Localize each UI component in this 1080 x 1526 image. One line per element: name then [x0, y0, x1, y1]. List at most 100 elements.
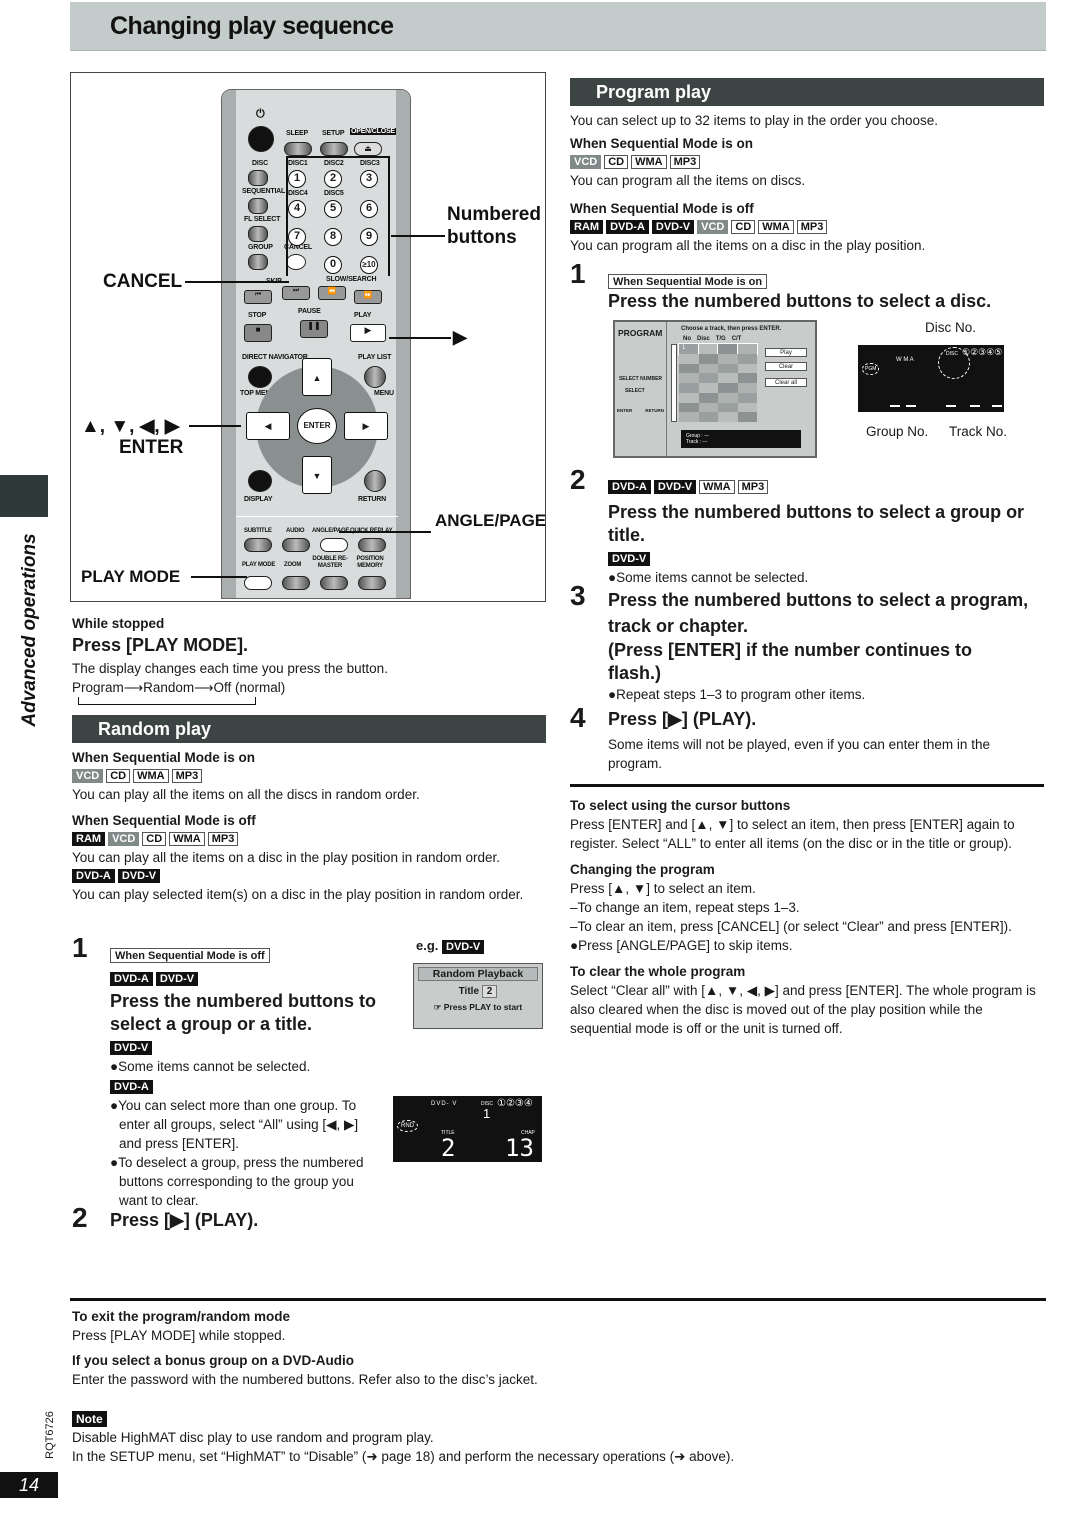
osd-grid-cell[interactable]: [737, 392, 757, 403]
search-back-button[interactable]: ⏪: [318, 286, 346, 300]
osd-grid-cell[interactable]: [698, 412, 718, 422]
number-button-6[interactable]: 6: [360, 200, 378, 218]
random-step-1-number: 1: [72, 932, 88, 963]
osd-grid-cell[interactable]: [737, 353, 757, 364]
osd-grid-cell[interactable]: [718, 373, 738, 383]
osd-grid-cell[interactable]: [679, 353, 699, 364]
number-button-3[interactable]: 3: [360, 170, 378, 188]
osd-grid-cell[interactable]: [679, 392, 699, 403]
program-step-1-heading: Press the numbered buttons to select a d…: [608, 291, 992, 311]
right-arrow-button[interactable]: ▶: [344, 412, 388, 440]
osd-grid-cell[interactable]: [717, 343, 739, 355]
sleep-button[interactable]: [284, 142, 312, 156]
skip-back-button[interactable]: ⏮: [244, 290, 272, 304]
osd-grid-cell[interactable]: [679, 363, 699, 374]
left-arrow-button[interactable]: ◀: [246, 412, 290, 440]
osd-clear-all-button[interactable]: Clear all: [765, 378, 807, 387]
play-list-button[interactable]: [364, 366, 386, 388]
subtitle-button[interactable]: [244, 538, 272, 552]
osd-grid-cell[interactable]: [718, 412, 738, 422]
osd-grid-cell[interactable]: [718, 392, 738, 403]
osd-grid-cell[interactable]: [698, 353, 718, 364]
program-step-2: DVD-A DVD-V WMA MP3 Press the numbered butt…: [608, 478, 1048, 587]
open-close-button[interactable]: ⏏: [354, 142, 382, 156]
changing-heading: Changing the program: [570, 862, 715, 877]
osd-grid-cell[interactable]: [737, 363, 757, 374]
osd-grid-cell[interactable]: [737, 412, 757, 422]
number-button-4[interactable]: 4: [288, 200, 306, 218]
osd-play-button[interactable]: Play: [765, 348, 807, 357]
position-memory-button[interactable]: [358, 576, 386, 590]
osd-grid-cell[interactable]: [718, 402, 738, 413]
angle-page-button[interactable]: [320, 538, 348, 552]
remote-illustration: ⏻ SLEEP SETUP OPEN/CLOSE ⏏ DISC SEQUENTI…: [70, 72, 546, 602]
osd-grid-cell[interactable]: [718, 363, 738, 374]
return-button[interactable]: [364, 470, 386, 492]
disc-type-tag-mp3: MP3: [171, 768, 203, 783]
zoom-button[interactable]: [282, 576, 310, 590]
double-remaster-button[interactable]: [320, 576, 348, 590]
sleep-label: SLEEP: [286, 130, 308, 137]
play-mode-button[interactable]: [244, 576, 272, 590]
skip-forward-button[interactable]: ⏭: [282, 286, 310, 300]
number-button-10-plus[interactable]: ≥10: [360, 256, 378, 274]
setup-button[interactable]: [320, 142, 348, 156]
stop-button[interactable]: ■: [244, 324, 272, 342]
osd-grid-cell[interactable]: [698, 392, 718, 403]
osd-grid-cell[interactable]: [718, 353, 738, 364]
play-button[interactable]: ▶: [350, 324, 386, 342]
number-button-2[interactable]: 2: [324, 170, 342, 188]
program-step-2-bullet: ●Some items cannot be selected.: [608, 570, 809, 585]
enter-button[interactable]: ENTER: [297, 408, 337, 444]
number-button-5[interactable]: 5: [324, 200, 342, 218]
osd-grid-cell[interactable]: [736, 343, 758, 355]
osd-grid-cell[interactable]: [737, 373, 757, 383]
number-button-7[interactable]: 7: [288, 228, 306, 246]
disc-type-tag-mp3: MP3: [207, 831, 239, 846]
play-list-label: PLAY LIST: [358, 354, 392, 361]
number-button-9[interactable]: 9: [360, 228, 378, 246]
number-button-0[interactable]: 0: [324, 256, 342, 274]
down-arrow-button[interactable]: ▼: [302, 456, 332, 494]
osd-grid-cell[interactable]: [698, 363, 718, 374]
osd-grid-cell[interactable]: 1: [678, 343, 700, 355]
display-pgm-indicator: PGM: [862, 363, 880, 375]
sequential-button[interactable]: [248, 198, 268, 214]
osd-grid-cell[interactable]: [737, 383, 757, 393]
up-arrow-button[interactable]: ▲: [302, 358, 332, 396]
osd-scrollbar[interactable]: [671, 344, 677, 422]
osd-title-value[interactable]: 2: [481, 985, 498, 998]
osd-grid-cell[interactable]: [679, 412, 699, 422]
number-button-8[interactable]: 8: [324, 228, 342, 246]
osd-grid-cell[interactable]: [679, 373, 699, 383]
direct-navigator-button[interactable]: [248, 366, 272, 388]
side-tab-label: Advanced operations: [19, 533, 40, 727]
side-tab-marker: [0, 475, 48, 517]
audio-button[interactable]: [282, 538, 310, 552]
number-button-1[interactable]: 1: [288, 170, 306, 188]
document-code: RQT6726: [44, 1411, 56, 1459]
osd-grid-cell[interactable]: [698, 383, 718, 393]
osd-grid-cell[interactable]: [698, 402, 718, 413]
power-button[interactable]: [248, 126, 274, 152]
display-button[interactable]: [248, 470, 272, 492]
lcd-chapter-number: 13: [505, 1134, 534, 1162]
program-lcd-display: W M A DISC ①②③④⑤ PGM: [858, 345, 1004, 412]
osd-grid-cell[interactable]: [718, 383, 738, 393]
osd-clear-button[interactable]: Clear: [765, 362, 807, 371]
osd-grid-cell[interactable]: [697, 343, 719, 355]
fl-select-button[interactable]: [248, 226, 268, 242]
osd-grid-cell[interactable]: [737, 402, 757, 413]
quick-replay-button[interactable]: [358, 538, 386, 552]
group-button[interactable]: [248, 254, 268, 270]
osd-grid-cell[interactable]: [698, 373, 718, 383]
osd-grid-cell[interactable]: [679, 383, 699, 393]
pause-button[interactable]: ❚❚: [300, 320, 328, 338]
random-step-1: When Sequential Mode is off DVD-A DVD-V P…: [110, 946, 400, 1210]
osd-grid-cell[interactable]: [679, 402, 699, 413]
cycle-return-arrow: [72, 697, 548, 707]
disc-type-tag-wma: WMA: [631, 154, 667, 169]
search-forward-button[interactable]: ⏩: [354, 290, 382, 304]
play-mode-label: PLAY MODE: [242, 562, 276, 568]
disc-button[interactable]: [248, 170, 268, 186]
